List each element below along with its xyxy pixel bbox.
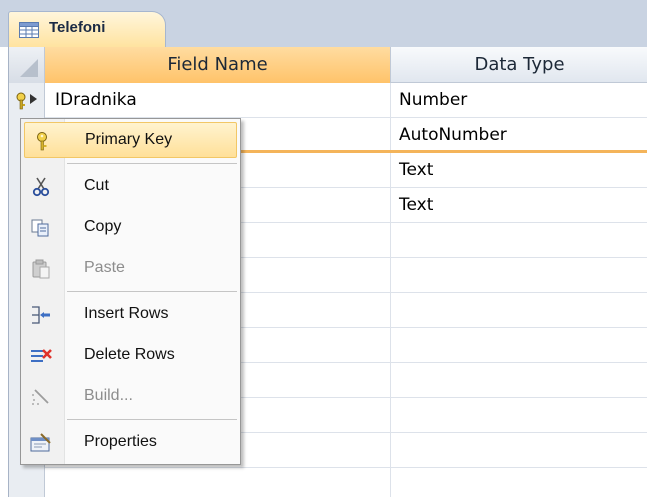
context-menu: Primary Key Cut Copy Paste Insert Rows D… — [20, 118, 241, 465]
menu-item-label: Paste — [84, 259, 125, 276]
properties-icon — [30, 433, 51, 452]
insert-rows-icon — [32, 306, 50, 324]
row-selector[interactable] — [9, 468, 45, 497]
menu-separator — [67, 291, 237, 292]
menu-item-delete-rows[interactable]: Delete Rows — [24, 338, 237, 374]
select-all-corner[interactable] — [9, 47, 45, 83]
menu-item-copy[interactable]: Copy — [24, 210, 237, 246]
field-name-cell[interactable] — [45, 468, 391, 497]
menu-item-label: Cut — [84, 177, 109, 194]
menu-item-label: Delete Rows — [84, 346, 175, 363]
data-type-cell[interactable] — [391, 258, 647, 293]
build-wand-icon — [32, 389, 49, 405]
copy-icon — [31, 219, 49, 237]
menu-item-paste[interactable]: Paste — [24, 251, 237, 287]
primary-key-marker-icon — [16, 92, 37, 110]
menu-item-label: Copy — [84, 218, 122, 235]
table-icon — [19, 22, 39, 38]
tab-telefoni[interactable]: Telefoni — [8, 11, 166, 47]
data-type-cell[interactable] — [391, 468, 647, 497]
menu-item-label: Insert Rows — [84, 305, 169, 322]
grid-header: Field Name Data Type — [9, 47, 647, 83]
menu-item-label: Build... — [84, 387, 133, 404]
field-name-cell[interactable]: IDradnika — [45, 83, 391, 118]
data-type-cell[interactable] — [391, 433, 647, 468]
menu-item-build[interactable]: Build... — [24, 379, 237, 415]
column-header-field-name[interactable]: Field Name — [45, 47, 391, 83]
menu-item-insert-rows[interactable]: Insert Rows — [24, 297, 237, 333]
tab-label: Telefoni — [49, 19, 106, 36]
paste-icon — [32, 259, 50, 279]
data-type-cell[interactable]: Text — [391, 153, 647, 188]
row-selector[interactable] — [9, 83, 45, 118]
data-type-cell[interactable] — [391, 293, 647, 328]
table-row[interactable] — [9, 468, 647, 497]
delete-rows-icon — [31, 349, 52, 362]
menu-separator — [67, 419, 237, 420]
scissors-icon — [32, 177, 50, 197]
menu-item-properties[interactable]: Properties — [24, 425, 237, 461]
column-header-data-type[interactable]: Data Type — [391, 47, 647, 83]
menu-item-label: Properties — [84, 433, 157, 450]
menu-item-cut[interactable]: Cut — [24, 169, 237, 205]
menu-item-label: Primary Key — [85, 131, 173, 148]
data-type-cell[interactable]: Number — [391, 83, 647, 118]
data-type-cell[interactable] — [391, 328, 647, 363]
menu-item-primary-key[interactable]: Primary Key — [24, 122, 237, 158]
menu-separator — [67, 163, 237, 164]
key-icon — [37, 132, 47, 151]
table-row[interactable]: IDradnika Number — [9, 83, 647, 118]
data-type-cell[interactable] — [391, 363, 647, 398]
document-tab-strip: Telefoni — [0, 0, 647, 47]
data-type-cell[interactable] — [391, 223, 647, 258]
data-type-cell[interactable] — [391, 398, 647, 433]
data-type-cell[interactable]: AutoNumber — [391, 118, 647, 153]
data-type-cell[interactable]: Text — [391, 188, 647, 223]
